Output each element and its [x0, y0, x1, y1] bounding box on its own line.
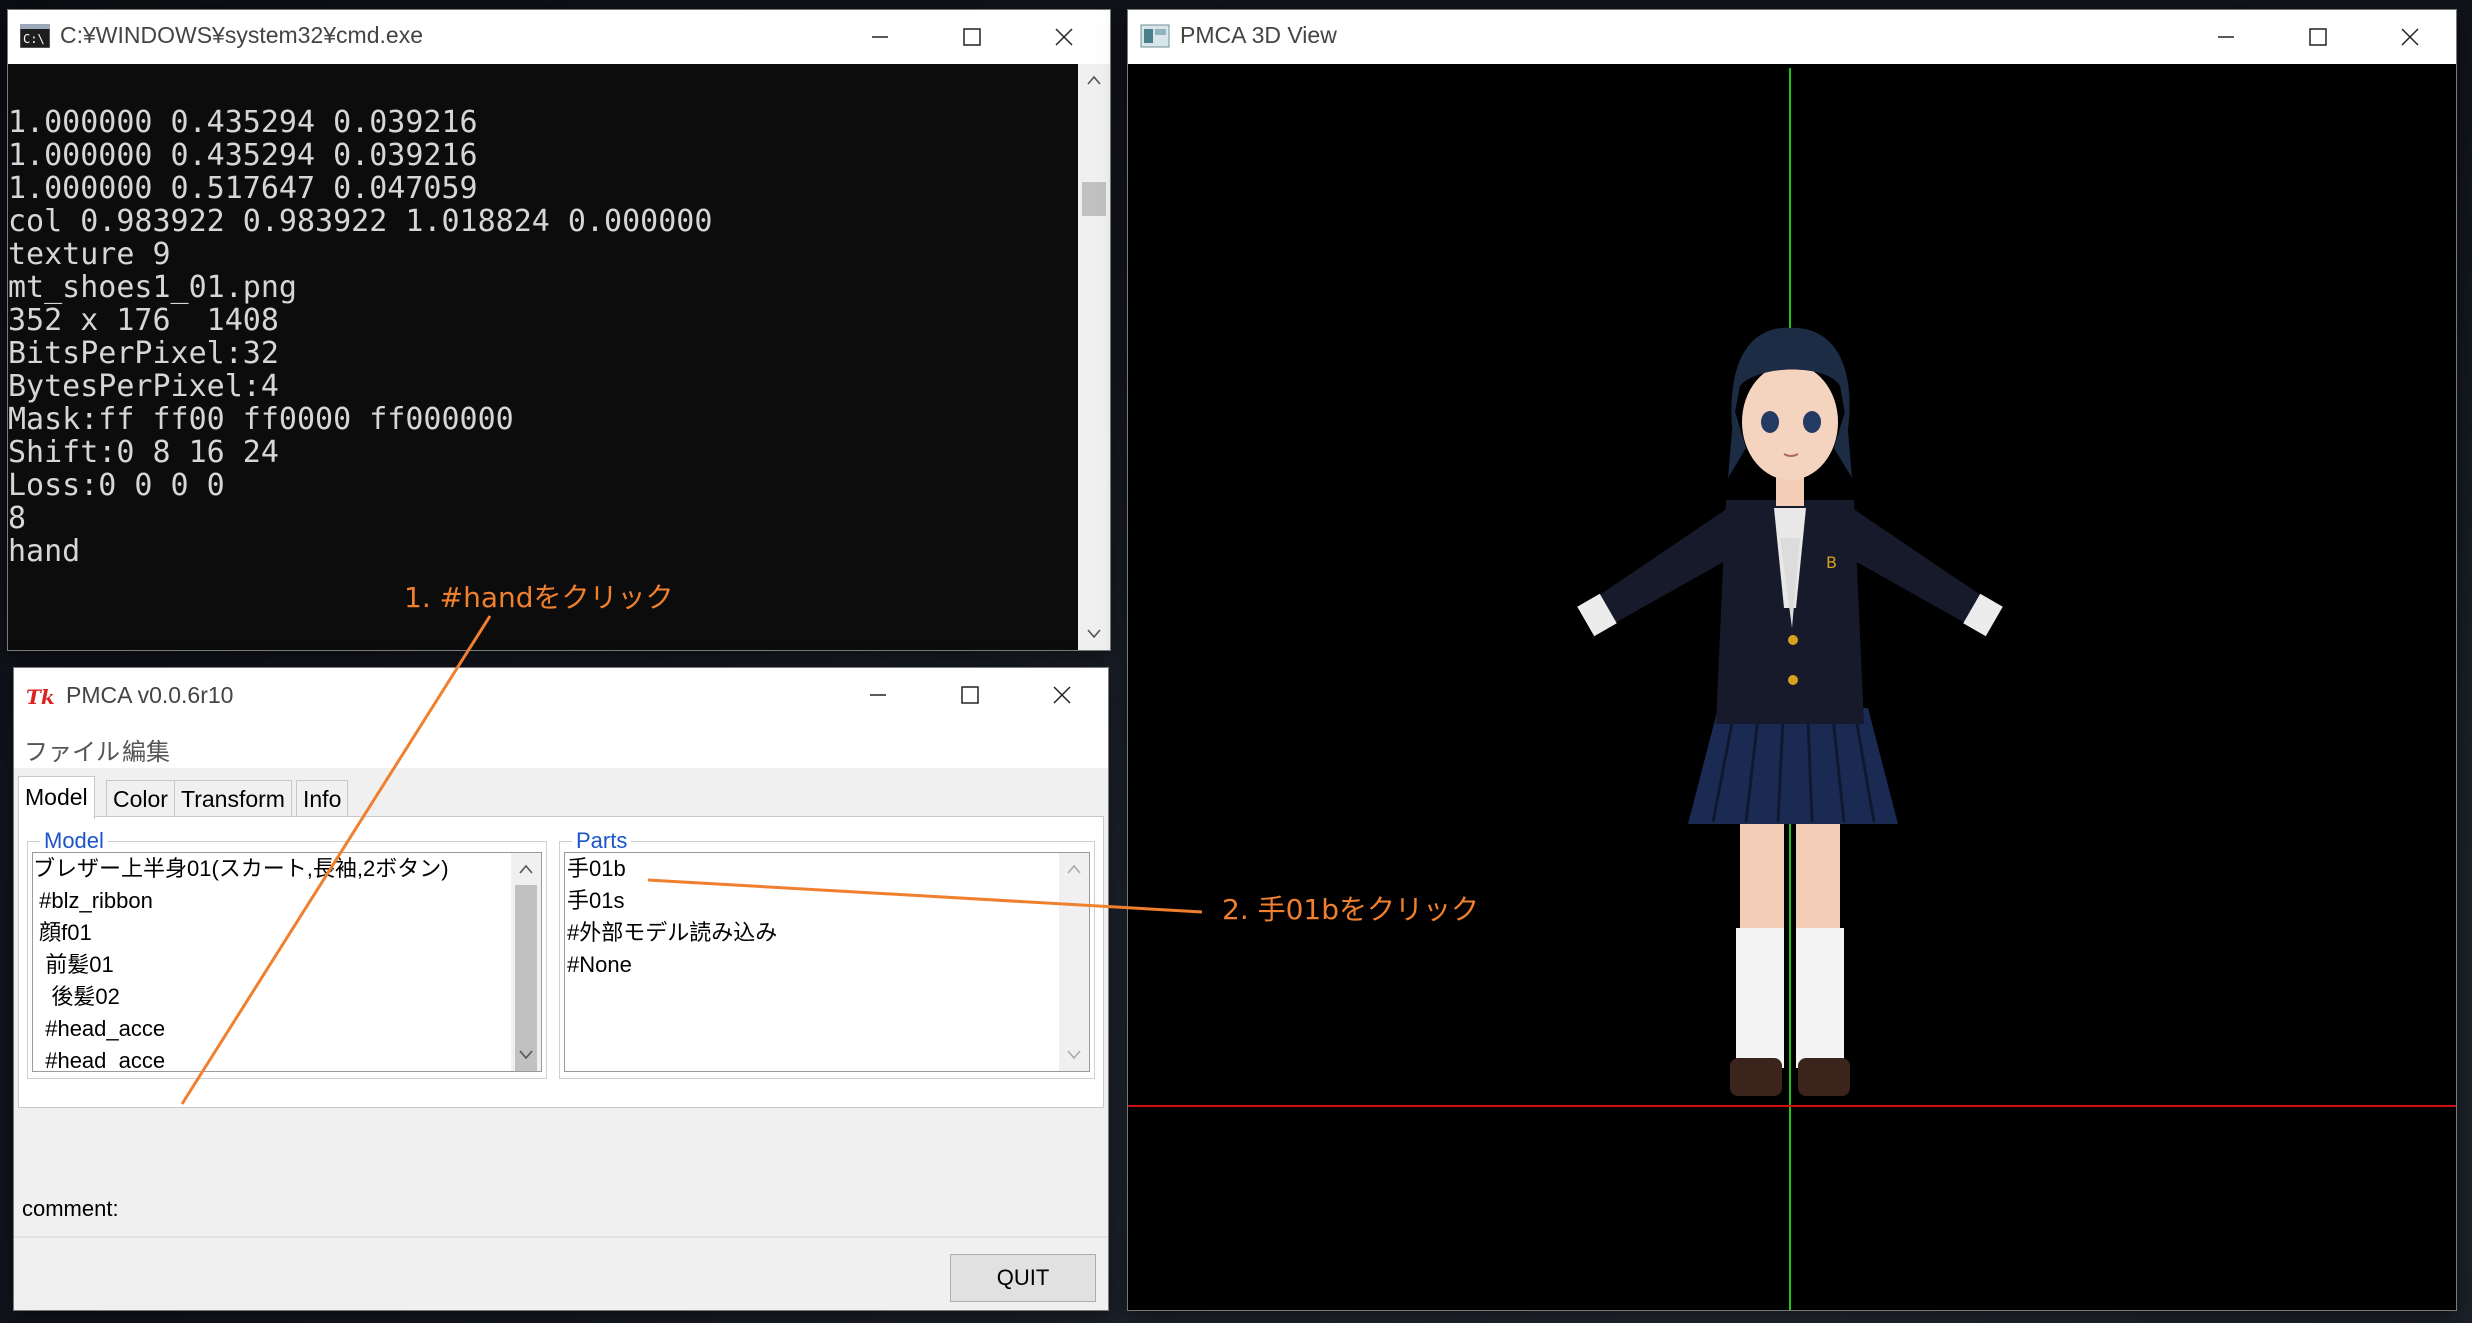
model-list-item[interactable]: 前髪01	[33, 949, 511, 981]
model-list-item[interactable]: #blz_ribbon	[33, 885, 511, 917]
3d-viewport[interactable]: B	[1128, 68, 2456, 1310]
divider	[14, 1236, 1108, 1238]
annotation-step-1: 1. #handをクリック	[404, 581, 674, 614]
model-list-item[interactable]: #head_acce	[33, 1013, 511, 1045]
scroll-thumb[interactable]	[1082, 182, 1106, 216]
console-line: col 0.983922 0.983922 1.018824 0.000000	[8, 204, 713, 239]
console-line: 8	[8, 501, 27, 536]
model-list-item[interactable]: 後髪02	[33, 981, 511, 1013]
console-line: 1.000000 0.435294 0.039216	[8, 105, 478, 140]
console-line: 352 x 176 1408	[8, 303, 279, 338]
model-tab-pane: Model ブレザー上半身01(スカート,長袖,2ボタン) #blz_ribbo…	[18, 816, 1104, 1108]
console-line: hand	[8, 534, 81, 569]
console-line: Mask:ff ff00 ff0000 ff000000	[8, 402, 514, 437]
pmca-titlebar[interactable]: Tk PMCA v0.0.6r10	[14, 668, 1108, 726]
menu-file[interactable]: ファイル	[24, 732, 120, 767]
model-group-label: Model	[40, 828, 108, 854]
character-model: B	[1128, 68, 2456, 1310]
3d-view-titlebar[interactable]: PMCA 3D View	[1128, 10, 2456, 64]
tk-feather-icon: Tk	[26, 684, 56, 709]
console-line: texture 9	[8, 237, 171, 272]
tab-color[interactable]: Color	[106, 780, 175, 817]
parts-list-item[interactable]: 手01b	[567, 853, 1059, 885]
console-line: 1.000000 0.435294 0.039216	[8, 138, 478, 173]
3d-view-title: PMCA 3D View	[1180, 22, 1337, 48]
comment-label: comment:	[22, 1196, 119, 1221]
parts-group-label: Parts	[572, 828, 632, 854]
3d-view-window: PMCA 3D View B	[1128, 10, 2456, 1310]
minimize-button[interactable]	[834, 10, 926, 64]
parts-list-item[interactable]: #外部モデル読み込み	[567, 917, 1059, 949]
console-output[interactable]: 1.000000 0.435294 0.039216 1.000000 0.435…	[8, 64, 1078, 650]
maximize-button[interactable]	[2272, 10, 2364, 64]
svg-text:C:\: C:\	[23, 32, 45, 46]
parts-listbox[interactable]: 手01b 手01s #外部モデル読み込み #None	[564, 852, 1090, 1072]
scroll-up-arrow-icon[interactable]	[1078, 64, 1110, 96]
minimize-button[interactable]	[2180, 10, 2272, 64]
cmd-window: C:\ C:¥WINDOWS¥system32¥cmd.exe 1.000000…	[8, 10, 1110, 650]
app-icon	[1140, 24, 1170, 48]
menu-bar: ファイル 編集	[14, 726, 1108, 768]
console-icon: C:\	[19, 23, 51, 49]
model-group: Model ブレザー上半身01(スカート,長袖,2ボタン) #blz_ribbo…	[27, 828, 547, 1079]
svg-text:Tk: Tk	[26, 685, 55, 708]
cmd-titlebar[interactable]: C:\ C:¥WINDOWS¥system32¥cmd.exe	[8, 10, 1110, 64]
svg-text:B: B	[1826, 553, 1837, 572]
console-scrollbar[interactable]	[1078, 64, 1110, 650]
scroll-down-arrow-icon[interactable]	[511, 1039, 541, 1071]
console-line: mt_shoes1_01.png	[8, 270, 297, 305]
model-list-item[interactable]: ブレザー上半身01(スカート,長袖,2ボタン)	[33, 853, 511, 885]
tab-transform[interactable]: Transform	[174, 780, 292, 817]
parts-list-scrollbar[interactable]	[1059, 853, 1089, 1071]
pmca-window: Tk PMCA v0.0.6r10 ファイル 編集 Model Color Tr…	[14, 668, 1108, 1310]
scroll-up-arrow-icon[interactable]	[1059, 853, 1089, 885]
maximize-button[interactable]	[926, 10, 1018, 64]
tab-model[interactable]: Model	[18, 776, 95, 819]
close-button[interactable]	[1018, 10, 1110, 64]
scroll-up-arrow-icon[interactable]	[511, 853, 541, 885]
pmca-title: PMCA v0.0.6r10	[66, 682, 234, 708]
model-listbox[interactable]: ブレザー上半身01(スカート,長袖,2ボタン) #blz_ribbon 顔f01…	[32, 852, 542, 1072]
quit-button[interactable]: QUIT	[950, 1254, 1096, 1302]
close-button[interactable]	[1016, 668, 1108, 722]
maximize-button[interactable]	[924, 668, 1016, 722]
annotation-step-2: 2. 手01bをクリック	[1222, 893, 1480, 926]
scroll-down-arrow-icon[interactable]	[1059, 1039, 1089, 1071]
console-line: Loss:0 0 0 0	[8, 468, 225, 503]
console-line: Shift:0 8 16 24	[8, 435, 279, 470]
close-button[interactable]	[2364, 10, 2456, 64]
menu-edit[interactable]: 編集	[122, 732, 170, 767]
cmd-title: C:¥WINDOWS¥system32¥cmd.exe	[60, 22, 423, 48]
console-line: BitsPerPixel:32	[8, 336, 279, 371]
minimize-button[interactable]	[832, 668, 924, 722]
model-list-scrollbar[interactable]	[511, 853, 541, 1071]
model-list-item[interactable]: #head_acce	[33, 1045, 511, 1071]
tab-info[interactable]: Info	[296, 780, 349, 817]
parts-list-item[interactable]: #None	[567, 949, 1059, 981]
parts-group: Parts 手01b 手01s #外部モデル読み込み #None	[559, 828, 1095, 1079]
scroll-down-arrow-icon[interactable]	[1078, 618, 1110, 650]
console-line: BytesPerPixel:4	[8, 369, 279, 404]
parts-list-item[interactable]: 手01s	[567, 885, 1059, 917]
model-list-item[interactable]: 顔f01	[33, 917, 511, 949]
console-line: 1.000000 0.517647 0.047059	[8, 171, 478, 206]
